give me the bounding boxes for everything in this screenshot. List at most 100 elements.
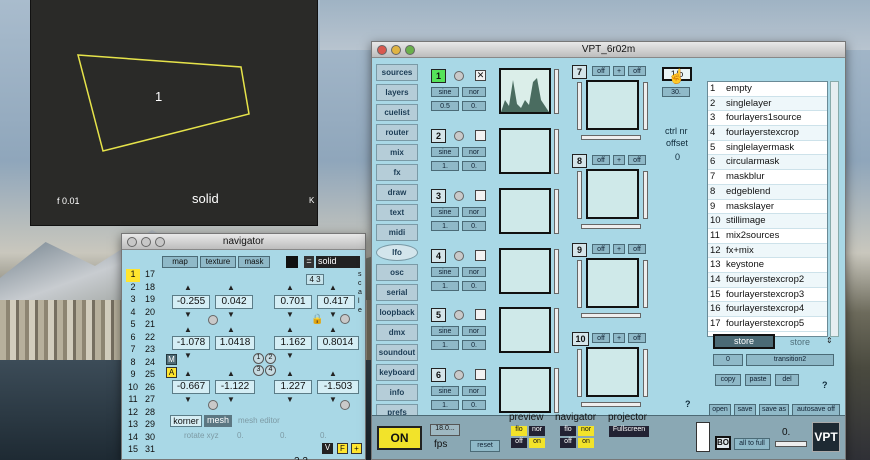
value-field[interactable]: 1.0418 (215, 336, 255, 350)
lfo-knob[interactable] (454, 370, 464, 380)
list-item[interactable]: 15 fourlayerstexcrop3 (708, 288, 827, 303)
lfo-knob[interactable] (454, 310, 464, 320)
sidebar-item-mix[interactable]: mix (376, 144, 418, 161)
up-arrow-icon[interactable]: ▲ (227, 369, 235, 378)
sidebar-item-info[interactable]: info (376, 384, 418, 401)
layer-num[interactable]: 9 (126, 369, 140, 382)
mid-plus-button[interactable]: + (613, 66, 625, 76)
layer-num[interactable]: 14 (126, 432, 140, 445)
down-arrow-icon[interactable]: ▼ (286, 310, 294, 319)
m-button[interactable]: M (166, 354, 177, 365)
corner-knob[interactable] (208, 315, 218, 325)
up-arrow-icon[interactable]: ▲ (329, 283, 337, 292)
list-item[interactable]: 13 keystone (708, 258, 827, 273)
store-button[interactable]: store (713, 334, 775, 349)
navigator-off[interactable]: off (560, 438, 576, 448)
mid-off-button[interactable]: off (592, 155, 610, 165)
tab-texture[interactable]: texture (200, 256, 236, 268)
value-field[interactable]: -1.503 (317, 380, 359, 394)
reset-button[interactable]: reset (470, 440, 500, 452)
mid-number[interactable]: 9 (572, 243, 587, 257)
up-arrow-icon[interactable]: ▲ (227, 325, 235, 334)
close-button[interactable] (127, 237, 137, 247)
master-slider[interactable] (775, 441, 807, 447)
list-item[interactable]: 9 maskslayer (708, 200, 827, 215)
sidebar-item-osc[interactable]: osc (376, 264, 418, 281)
layer-num[interactable]: 4 (126, 307, 140, 320)
sidebar-item-soundout[interactable]: soundout (376, 344, 418, 361)
lfo-mode[interactable]: nor (462, 87, 486, 97)
corner-select-3[interactable]: 3 (253, 365, 264, 376)
mode-field[interactable]: solid (316, 256, 360, 268)
lfo-mode[interactable]: nor (462, 207, 486, 217)
layer-num[interactable]: 29 (142, 419, 158, 432)
mid-hslider[interactable] (581, 224, 641, 229)
mid-slider-left[interactable] (577, 171, 582, 219)
sidebar-item-loopback[interactable]: loopback (376, 304, 418, 321)
all-to-full-button[interactable]: all to full (734, 438, 770, 450)
help-icon-2[interactable]: ? (822, 380, 828, 390)
mid-number[interactable]: 10 (572, 332, 589, 346)
sidebar-item-keyboard[interactable]: keyboard (376, 364, 418, 381)
lfo-phase[interactable]: 0. (462, 161, 486, 171)
lfo-shape[interactable]: sine (431, 326, 459, 336)
list-item[interactable]: 1 empty (708, 82, 827, 97)
mid-plus-button[interactable]: + (613, 155, 625, 165)
layer-num[interactable]: 27 (142, 394, 158, 407)
down-arrow-icon[interactable]: ▼ (184, 310, 192, 319)
lfo-knob[interactable] (454, 71, 464, 81)
up-arrow-icon[interactable]: ▲ (286, 325, 294, 334)
value-field[interactable]: 1.227 (274, 380, 312, 394)
layer-num[interactable]: 8 (126, 357, 140, 370)
layer-num[interactable]: 15 (126, 444, 140, 457)
lfo-slider[interactable] (554, 249, 559, 294)
list-item[interactable]: 6 circularmask (708, 155, 827, 171)
korner-tab[interactable]: korner (170, 415, 202, 427)
mid-off-button[interactable]: off (592, 333, 610, 343)
lfo-slider[interactable] (554, 368, 559, 413)
layer-num[interactable]: 7 (126, 344, 140, 357)
corner-select-1[interactable]: 1 (253, 353, 264, 364)
store-mode[interactable]: store (790, 337, 810, 347)
close-button[interactable] (377, 45, 387, 55)
minimize-button[interactable] (391, 45, 401, 55)
lfo-checkbox[interactable] (475, 250, 486, 261)
up-arrow-icon[interactable]: ▲ (329, 369, 337, 378)
rot-y[interactable]: 0. (280, 431, 287, 440)
value-field[interactable]: 1.162 (274, 336, 312, 350)
lfo-slider[interactable] (554, 69, 559, 114)
mid-number[interactable]: 8 (572, 154, 587, 168)
mid-slider-right[interactable] (643, 82, 648, 130)
lfo-mode[interactable]: nor (462, 267, 486, 277)
preview-nor[interactable]: nor (529, 426, 545, 436)
value-field[interactable]: 0.8014 (317, 336, 359, 350)
mid-slider-left[interactable] (577, 82, 582, 130)
ctrl-value[interactable]: 30. (662, 87, 690, 97)
mid-plus-button[interactable]: + (613, 244, 625, 254)
down-arrow-icon[interactable]: ▼ (329, 395, 337, 404)
down-arrow-icon[interactable]: ▼ (227, 395, 235, 404)
value-field[interactable]: -0.255 (172, 295, 210, 309)
fader[interactable] (696, 422, 710, 452)
down-arrow-icon[interactable]: ▼ (184, 351, 192, 360)
del-button[interactable]: del (775, 374, 799, 386)
layer-num[interactable]: 18 (142, 282, 158, 295)
lfo-mode[interactable]: nor (462, 326, 486, 336)
list-item[interactable]: 5 singlelayermask (708, 141, 827, 156)
lfo-rate[interactable]: 1. (431, 340, 459, 350)
sidebar-item-lfo[interactable]: lfo (376, 244, 418, 261)
lfo-number[interactable]: 1 (431, 69, 446, 83)
down-arrow-icon[interactable]: ▼ (286, 395, 294, 404)
navigator-flo[interactable]: flo (560, 426, 576, 436)
corner-knob[interactable] (340, 400, 350, 410)
lfo-phase[interactable]: 0. (462, 101, 486, 111)
down-arrow-icon[interactable]: ▼ (227, 310, 235, 319)
layer-num[interactable]: 19 (142, 294, 158, 307)
mid-off2-button[interactable]: off (628, 244, 646, 254)
sidebar-item-layers[interactable]: layers (376, 84, 418, 101)
mid-slider-left[interactable] (577, 349, 582, 397)
layer-num[interactable]: 21 (142, 319, 158, 332)
layer-num[interactable]: 22 (142, 332, 158, 345)
preview-on[interactable]: on (529, 438, 545, 448)
lfo-phase[interactable]: 0. (462, 221, 486, 231)
